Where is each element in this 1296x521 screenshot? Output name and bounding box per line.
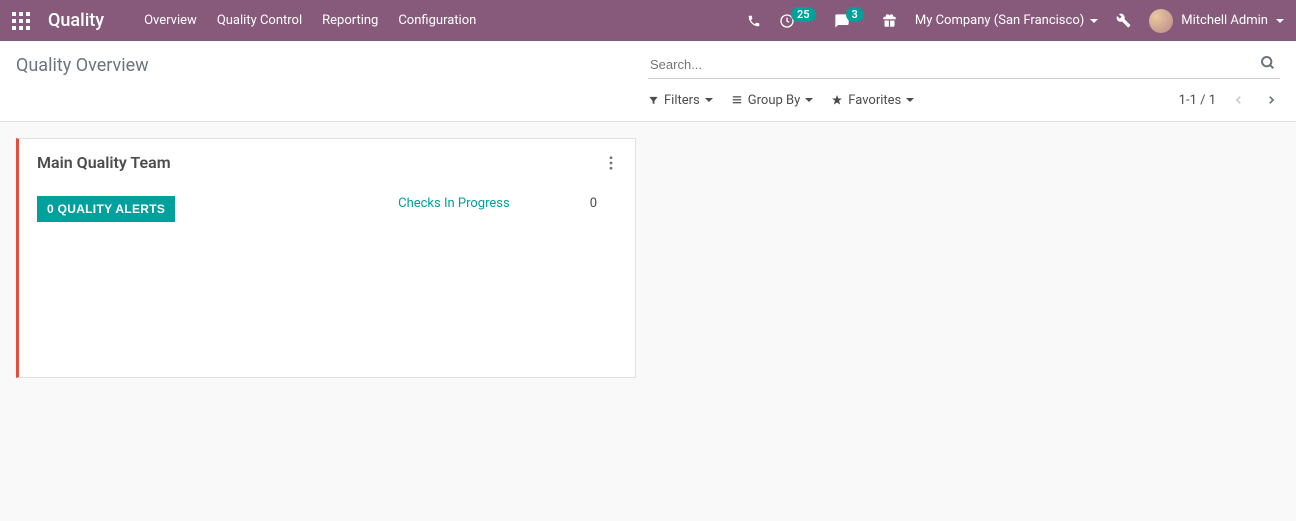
star-icon xyxy=(831,94,843,106)
chevron-right-icon xyxy=(1266,93,1276,107)
groupby-button[interactable]: Group By xyxy=(731,93,814,108)
nav-menu: Overview Quality Control Reporting Confi… xyxy=(144,13,476,28)
filters-label: Filters xyxy=(664,93,700,108)
quality-alerts-button[interactable]: 0 QUALITY ALERTS xyxy=(37,196,175,222)
company-switcher[interactable]: My Company (San Francisco) xyxy=(915,13,1098,28)
search-wrap xyxy=(648,51,1280,79)
user-menu[interactable]: Mitchell Admin xyxy=(1149,9,1284,33)
list-icon xyxy=(731,95,743,105)
nav-configuration[interactable]: Configuration xyxy=(398,13,476,28)
checks-count: 0 xyxy=(590,196,597,211)
pager-value[interactable]: 1-1 / 1 xyxy=(1179,93,1216,108)
chevron-down-icon xyxy=(1276,19,1284,23)
pager: 1-1 / 1 xyxy=(1179,89,1280,111)
breadcrumb: Quality Overview xyxy=(16,55,648,76)
chevron-down-icon xyxy=(805,98,813,102)
kebab-icon xyxy=(609,156,613,170)
filters-button[interactable]: Filters xyxy=(648,93,713,108)
checks-in-progress-link[interactable]: Checks In Progress xyxy=(398,196,510,211)
search-input[interactable] xyxy=(648,51,1280,79)
chevron-down-icon xyxy=(705,98,713,102)
favorites-label: Favorites xyxy=(848,93,901,108)
user-name: Mitchell Admin xyxy=(1181,13,1268,28)
company-name: My Company (San Francisco) xyxy=(915,13,1084,28)
main-navbar: Quality Overview Quality Control Reporti… xyxy=(0,0,1296,41)
nav-reporting[interactable]: Reporting xyxy=(322,13,378,28)
avatar xyxy=(1149,9,1173,33)
card-menu-button[interactable] xyxy=(605,156,617,170)
chevron-down-icon xyxy=(906,98,914,102)
activity-icon[interactable]: 25 xyxy=(779,13,816,29)
pager-prev[interactable] xyxy=(1230,89,1248,111)
gift-icon[interactable] xyxy=(882,13,897,28)
nav-overview[interactable]: Overview xyxy=(144,13,197,28)
pager-next[interactable] xyxy=(1262,89,1280,111)
team-name: Main Quality Team xyxy=(37,153,171,172)
messages-icon[interactable]: 3 xyxy=(834,13,864,29)
control-panel: Quality Overview Filters Group By xyxy=(0,41,1296,122)
filter-group: Filters Group By Favorites xyxy=(648,93,914,108)
chevron-left-icon xyxy=(1234,93,1244,107)
nav-quality-control[interactable]: Quality Control xyxy=(217,13,302,28)
quality-team-card[interactable]: Main Quality Team 0 QUALITY ALERTS Check… xyxy=(16,138,636,378)
messages-badge: 3 xyxy=(846,7,864,22)
nav-right: 25 3 My Company (San Francisco) Mitchell… xyxy=(747,9,1284,33)
apps-icon[interactable] xyxy=(12,12,30,30)
funnel-icon xyxy=(648,95,659,106)
kanban-view: Main Quality Team 0 QUALITY ALERTS Check… xyxy=(0,122,1296,394)
activity-badge: 25 xyxy=(791,7,816,22)
chevron-down-icon xyxy=(1090,19,1098,23)
phone-icon[interactable] xyxy=(747,14,761,28)
debug-icon[interactable] xyxy=(1116,13,1131,28)
groupby-label: Group By xyxy=(748,93,801,108)
app-brand[interactable]: Quality xyxy=(48,10,104,31)
favorites-button[interactable]: Favorites xyxy=(831,93,914,108)
search-icon[interactable] xyxy=(1260,55,1276,71)
